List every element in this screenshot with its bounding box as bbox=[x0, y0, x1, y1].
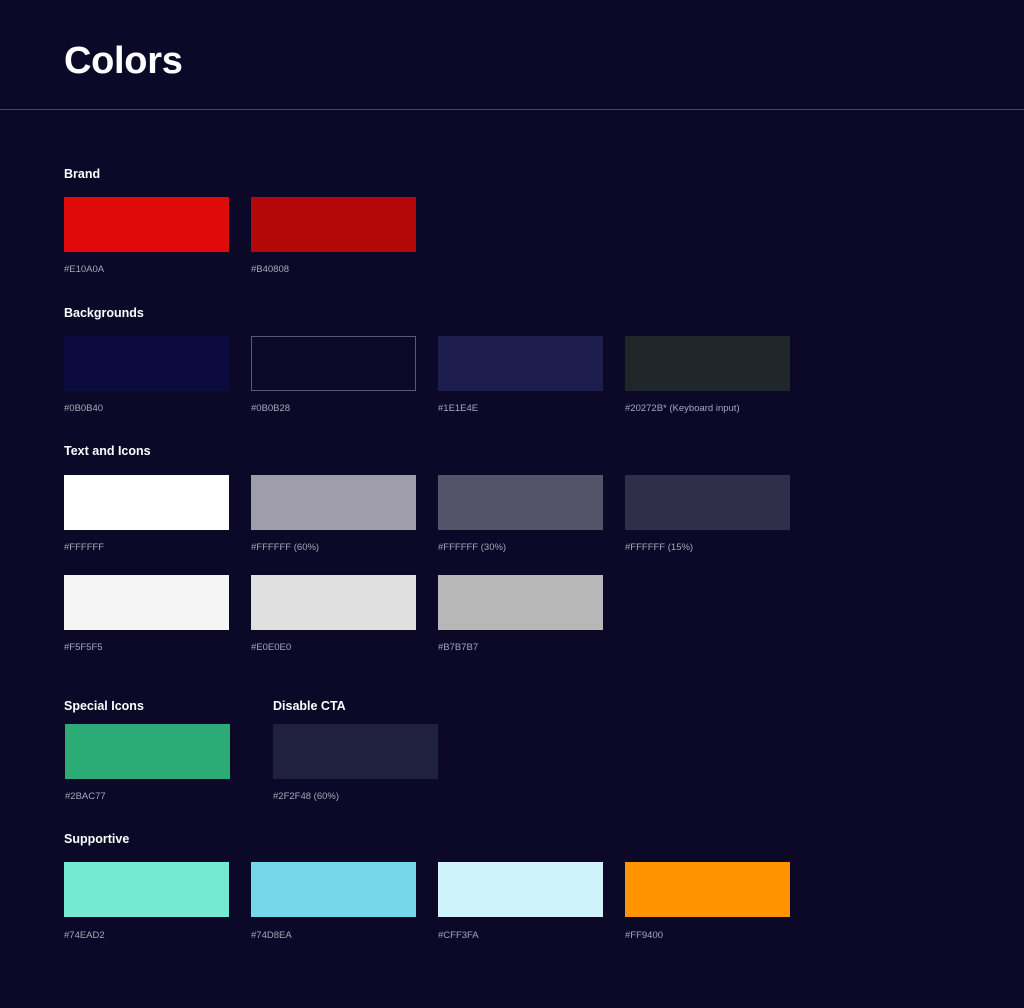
color-swatch-supportive bbox=[64, 862, 229, 917]
color-label: #FFFFFF (30%) bbox=[438, 542, 507, 553]
color-label: #FFFFFF (60%) bbox=[251, 542, 320, 553]
color-swatch-brand-primary bbox=[64, 197, 229, 252]
color-swatch-supportive bbox=[251, 862, 416, 917]
color-label: #20272B* (Keyboard input) bbox=[625, 403, 740, 414]
color-swatch-background bbox=[625, 336, 790, 391]
color-swatch-brand-dark bbox=[251, 197, 416, 252]
color-swatch-text bbox=[251, 475, 416, 530]
color-label: #74EAD2 bbox=[64, 930, 105, 941]
color-label: #CFF3FA bbox=[438, 930, 479, 941]
color-label: #F5F5F5 bbox=[64, 642, 103, 653]
section-title-supportive: Supportive bbox=[64, 832, 130, 846]
color-swatch-special-icon bbox=[65, 724, 230, 779]
color-swatch-text bbox=[251, 575, 416, 630]
color-label: #FFFFFF bbox=[64, 542, 105, 553]
color-swatch-text bbox=[64, 475, 229, 530]
color-swatch-supportive bbox=[625, 862, 790, 917]
page-header: Colors bbox=[0, 0, 1024, 110]
section-title-brand: Brand bbox=[64, 167, 101, 181]
color-swatch-text bbox=[438, 475, 603, 530]
color-label: #FFFFFF (15%) bbox=[625, 542, 694, 553]
color-label: #B7B7B7 bbox=[438, 642, 479, 653]
color-label: #FF9400 bbox=[625, 930, 664, 941]
section-title-disable-cta: Disable CTA bbox=[273, 699, 346, 713]
color-swatch-text bbox=[64, 575, 229, 630]
section-title-special-icons: Special Icons bbox=[64, 699, 144, 713]
color-label: #E10A0A bbox=[64, 264, 105, 275]
color-label: #0B0B28 bbox=[251, 403, 291, 414]
color-label: #B40808 bbox=[251, 264, 290, 275]
section-title-text-icons: Text and Icons bbox=[64, 444, 151, 458]
color-swatch-text bbox=[625, 475, 790, 530]
color-palette-page: Colors Brand #E10A0A #B40808 Backgrounds… bbox=[0, 0, 1024, 1008]
section-title-backgrounds: Backgrounds bbox=[64, 306, 144, 320]
color-swatch-disable-cta bbox=[273, 724, 438, 779]
color-label: #2BAC77 bbox=[65, 791, 106, 802]
color-label: #0B0B40 bbox=[64, 403, 104, 414]
color-swatch-text bbox=[438, 575, 603, 630]
color-label: #74D8EA bbox=[251, 930, 292, 941]
color-swatch-background bbox=[438, 336, 603, 391]
color-swatch-background bbox=[64, 336, 229, 391]
color-swatch-background bbox=[251, 336, 416, 391]
color-swatch-supportive bbox=[438, 862, 603, 917]
color-label: #2F2F48 (60%) bbox=[273, 791, 340, 802]
page-title: Colors bbox=[64, 40, 183, 82]
color-label: #1E1E4E bbox=[438, 403, 479, 414]
color-label: #E0E0E0 bbox=[251, 642, 292, 653]
